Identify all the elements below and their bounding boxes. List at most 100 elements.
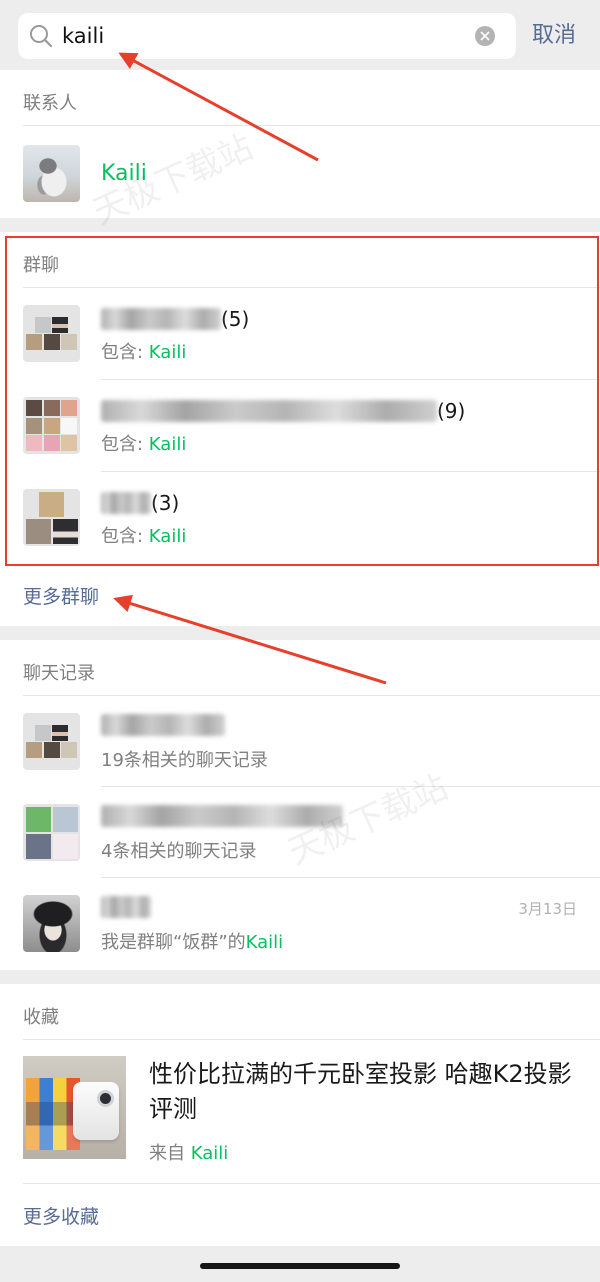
group-avatar: [23, 804, 80, 861]
contact-result-row[interactable]: Kaili: [0, 126, 600, 218]
contact-name: Kaili: [101, 161, 147, 186]
chat-history-row[interactable]: 19条相关的聊天记录: [0, 696, 600, 787]
member-avatar-cell: [26, 417, 42, 434]
chat-message-snippet: 我是群聊“饭群”的Kaili: [101, 931, 283, 955]
member-match-label: 包含:: [101, 434, 149, 455]
member-avatar-cell: [26, 833, 51, 859]
contact-avatar: [23, 145, 80, 202]
group-member-count: (9): [437, 399, 466, 423]
chat-title: [101, 803, 343, 829]
group-result-text: (5) 包含: Kaili: [101, 288, 600, 380]
member-avatar-cell: [26, 518, 51, 544]
favorite-source: 来自 Kaili: [149, 1141, 228, 1167]
contacts-section-header: 联系人: [23, 70, 600, 126]
chat-match-summary: 19条相关的聊天记录: [101, 750, 268, 771]
redacted-chat-name: [101, 896, 151, 918]
search-field[interactable]: [62, 13, 462, 59]
member-avatar-cell: [52, 518, 78, 544]
group-result-row[interactable]: (5) 包含: Kaili: [0, 288, 600, 380]
member-avatar-cell: [43, 334, 60, 351]
member-avatar-cell: [52, 316, 69, 333]
group-chats-section-header: 群聊: [23, 232, 600, 288]
favorite-title: 性价比拉满的千元卧室投影 哈趣K2投影评测: [149, 1060, 572, 1123]
member-avatar-cell: [61, 742, 77, 759]
favorites-section: 收藏 性价比拉满的千元卧室投影 哈趣K2投影评测 来自 Kaili 更多收藏: [0, 984, 600, 1246]
redacted-group-name: [101, 400, 437, 422]
favorite-result-row[interactable]: 性价比拉满的千元卧室投影 哈趣K2投影评测 来自 Kaili: [0, 1040, 600, 1183]
group-member-match: 包含: Kaili: [101, 433, 186, 457]
member-avatar-cell: [26, 807, 51, 832]
chat-history-text: 3月13日 我是群聊“饭群”的Kaili: [101, 878, 600, 970]
redacted-chat-name: [101, 805, 343, 827]
favorites-section-header: 收藏: [23, 984, 600, 1040]
group-avatar: [23, 397, 80, 454]
thumbnail-projector: [73, 1082, 119, 1140]
member-match-name: Kaili: [148, 342, 187, 363]
search-icon-handle: [43, 38, 53, 48]
chat-date: 3月13日: [518, 900, 577, 918]
thumbnail-product-box: [26, 1078, 80, 1150]
group-avatar: [23, 713, 80, 770]
search-box[interactable]: [18, 13, 516, 59]
search-bar-area: 取消: [0, 0, 600, 70]
thumbnail-projector-lens: [97, 1090, 114, 1107]
redacted-chat-name: [101, 714, 225, 736]
group-avatar: [23, 489, 80, 546]
group-title: (9): [101, 398, 465, 424]
redacted-group-name: [101, 492, 151, 514]
group-result-row[interactable]: (3) 包含: Kaili: [0, 472, 600, 564]
member-avatar-cell: [61, 334, 77, 351]
member-avatar-cell: [52, 833, 78, 859]
chat-history-row[interactable]: 4条相关的聊天记录: [0, 787, 600, 878]
search-icon: [30, 25, 53, 48]
group-result-text: (3) 包含: Kaili: [101, 472, 600, 564]
more-group-chats-link[interactable]: 更多群聊: [23, 564, 600, 626]
member-avatar-cell: [26, 435, 42, 451]
member-avatar-cell: [26, 742, 42, 759]
member-avatar-cell: [43, 742, 60, 759]
member-match-name: Kaili: [148, 434, 187, 455]
member-avatar-cell: [39, 492, 64, 517]
message-prefix: 我是群聊“饭群”的: [101, 932, 246, 953]
member-avatar-cell: [61, 435, 77, 451]
member-avatar-cell: [34, 724, 51, 741]
chat-title: [101, 894, 151, 920]
group-title: (5): [101, 306, 249, 332]
chat-history-section-header: 聊天记录: [23, 640, 600, 696]
member-match-label: 包含:: [101, 342, 149, 363]
redacted-group-name: [101, 308, 221, 330]
group-title: (3): [101, 490, 179, 516]
contacts-section: 联系人 Kaili: [0, 70, 600, 218]
more-favorites-link[interactable]: 更多收藏: [23, 1183, 600, 1246]
member-avatar-cell: [61, 417, 77, 434]
member-avatar-cell: [26, 400, 42, 416]
chat-history-text: 19条相关的聊天记录: [101, 696, 600, 787]
group-avatar: [23, 305, 80, 362]
member-avatar-cell: [43, 417, 60, 434]
favorite-source-name: Kaili: [190, 1143, 229, 1164]
group-member-match: 包含: Kaili: [101, 341, 186, 365]
clear-icon[interactable]: [475, 26, 495, 46]
member-avatar-cell: [43, 400, 60, 416]
chat-history-text: 4条相关的聊天记录: [101, 787, 600, 878]
member-avatar-cell: [43, 435, 60, 451]
chat-history-row[interactable]: 3月13日 我是群聊“饭群”的Kaili: [0, 878, 600, 970]
group-member-count: (3): [151, 491, 180, 515]
favorite-thumbnail: [23, 1056, 126, 1159]
member-match-name: Kaili: [148, 526, 187, 547]
chat-match-summary: 4条相关的聊天记录: [101, 841, 257, 862]
member-avatar-cell: [26, 334, 42, 351]
group-result-text: (9) 包含: Kaili: [101, 380, 600, 472]
member-avatar-cell: [52, 807, 78, 832]
contact-avatar: [23, 895, 80, 952]
chat-history-section: 聊天记录 19条相关的聊天记录 4条相关的聊天记录 3月13日 我是群聊“饭群”…: [0, 640, 600, 970]
member-avatar-cell: [61, 400, 77, 416]
group-chats-section: 群聊 (5) 包含: Kaili (9) 包含: Kaili (3) 包含: K…: [0, 232, 600, 626]
group-member-match: 包含: Kaili: [101, 525, 186, 549]
member-avatar-cell: [52, 724, 69, 741]
cancel-button[interactable]: 取消: [532, 13, 576, 59]
message-match: Kaili: [245, 932, 284, 953]
group-result-row[interactable]: (9) 包含: Kaili: [0, 380, 600, 472]
home-indicator: [200, 1263, 400, 1269]
member-avatar-cell: [34, 316, 51, 333]
